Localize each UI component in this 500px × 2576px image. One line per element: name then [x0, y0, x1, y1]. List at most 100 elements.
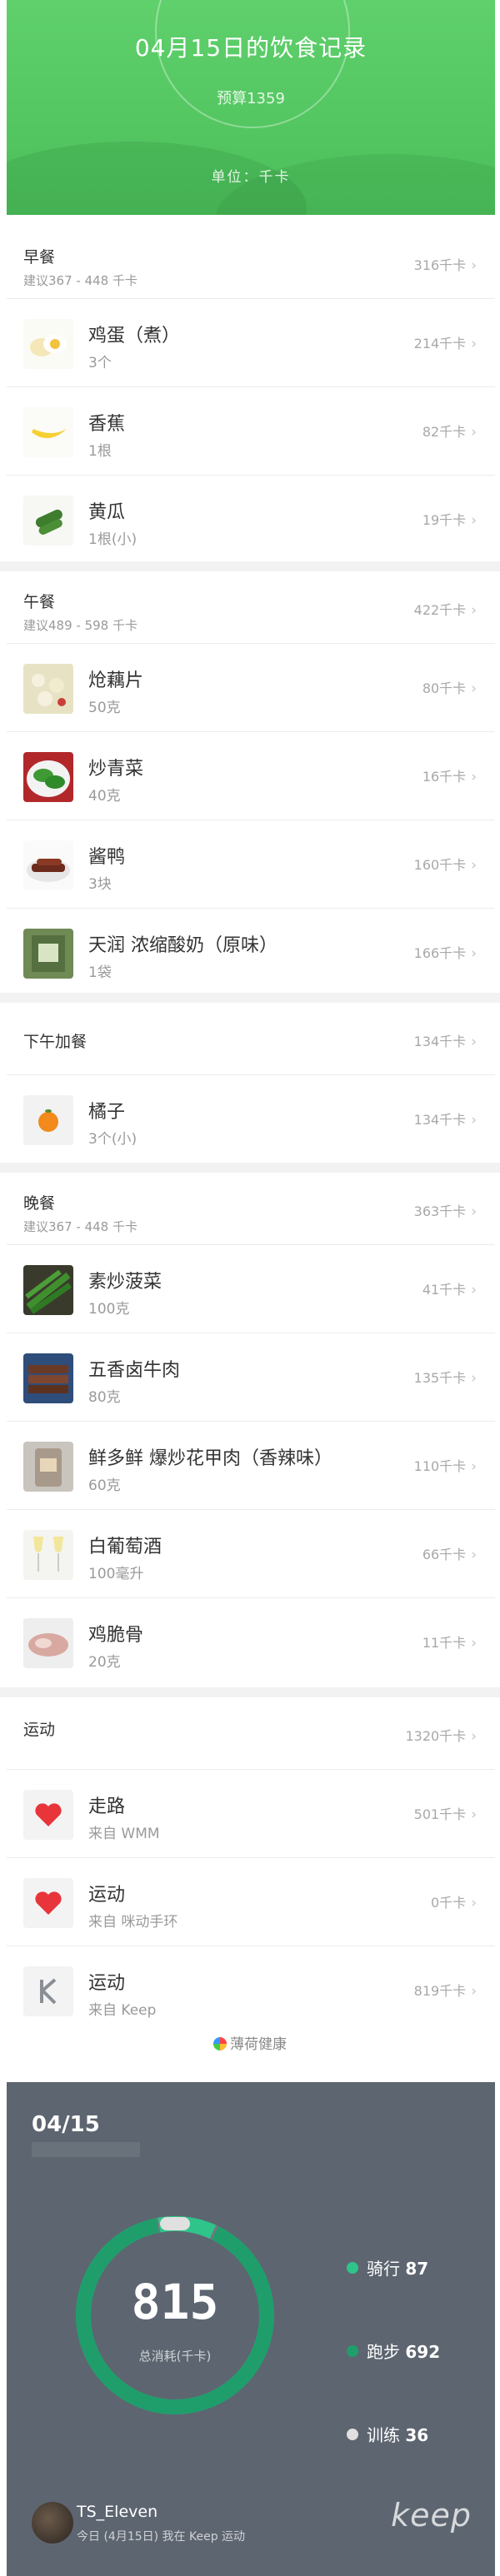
food-cal: 41千卡	[422, 1282, 467, 1298]
egg-icon	[23, 319, 73, 369]
keep-logo: keep	[391, 2497, 472, 2534]
meal-total: 134千卡	[413, 1034, 467, 1049]
chevron-right-icon: ›	[471, 1282, 477, 1298]
meal-section-snack: 下午加餐 134千卡 › 橘子 3个(小) 134千卡 ›	[7, 1003, 495, 1163]
food-item[interactable]: 白葡萄酒 100毫升 66千卡 ›	[7, 1510, 495, 1598]
food-item[interactable]: 五香卤牛肉 80克 135千卡 ›	[7, 1333, 495, 1422]
food-item[interactable]: 鸡脆骨 20克 11千卡 ›	[7, 1598, 495, 1686]
exercise-name: 运动	[88, 1973, 126, 1994]
legend-training: 训练 36	[347, 2422, 428, 2446]
food-item[interactable]: 素炒菠菜 100克 41千卡 ›	[7, 1245, 495, 1333]
legend-label: 训练	[367, 2425, 400, 2445]
yogurt-icon	[23, 929, 73, 979]
food-item[interactable]: 炒青菜 40克 16千卡 ›	[7, 732, 495, 820]
chevron-right-icon: ›	[471, 1547, 477, 1563]
food-item[interactable]: 黄瓜 1根(小) 19千卡 ›	[7, 476, 495, 563]
exercise-title: 运动	[23, 1721, 56, 1739]
section-divider	[0, 1163, 500, 1173]
chevron-right-icon: ›	[471, 1370, 477, 1387]
beef-icon	[23, 1353, 73, 1403]
meal-name: 晚餐	[23, 1194, 56, 1213]
food-item[interactable]: 酱鸭 3块 160千卡 ›	[7, 820, 495, 909]
unit-label: 单位：千卡	[211, 169, 291, 186]
food-name: 素炒菠菜	[88, 1272, 162, 1293]
food-name: 炝藕片	[88, 670, 144, 691]
legend-dot	[347, 2429, 358, 2440]
greens-icon	[23, 752, 73, 802]
exercise-cal: 501千卡	[413, 1806, 467, 1822]
exercise-item[interactable]: 运动 来自 咪动手环 0千卡 ›	[7, 1858, 495, 1946]
food-cal: 82千卡	[422, 424, 467, 440]
header-banner: 04月15日的饮食记录 预算1359 单位：千卡	[7, 0, 495, 215]
meal-total: 316千卡	[413, 257, 467, 273]
exercise-source: 来自 WMM	[88, 1826, 160, 1842]
meal-total: 422千卡	[413, 602, 467, 618]
exercise-item[interactable]: 走路 来自 WMM 501千卡 ›	[7, 1770, 495, 1858]
legend-dot	[347, 2345, 358, 2357]
username: TS_Eleven	[77, 2503, 158, 2521]
avatar[interactable]	[32, 2502, 73, 2544]
meal-name: 午餐	[23, 593, 56, 611]
food-item[interactable]: 天润 浓缩酸奶（原味） 1袋 166千卡 ›	[7, 909, 495, 996]
keep-k-icon	[23, 1966, 73, 2016]
exercise-item[interactable]: 运动 来自 Keep 819千卡 ›	[7, 1946, 495, 2024]
legend-cycling: 骑行 87	[347, 2255, 428, 2280]
chevron-right-icon: ›	[471, 424, 477, 441]
meal-suggestion: 建议367 - 448 千卡	[23, 1219, 138, 1234]
chevron-right-icon: ›	[471, 1112, 477, 1129]
meal-header[interactable]: 下午加餐 134千卡 ›	[7, 1003, 495, 1075]
chevron-right-icon: ›	[471, 1895, 477, 1911]
total-burned: 815	[131, 2274, 219, 2330]
user-subtitle: 今日 (4月15日) 我在 Keep 运动	[77, 2530, 246, 2544]
food-name: 鲜多鲜 爆炒花甲肉（香辣味）	[88, 1448, 332, 1469]
section-divider	[0, 993, 500, 1003]
food-qty: 3个	[88, 355, 112, 371]
meal-header[interactable]: 晚餐 建议367 - 448 千卡 363千卡 ›	[7, 1173, 495, 1245]
food-item[interactable]: 鸡蛋（煮） 3个 214千卡 ›	[7, 299, 495, 387]
budget-label: 预算1359	[217, 90, 285, 107]
food-qty: 1根	[88, 443, 112, 460]
exercise-source: 来自 咪动手环	[88, 1914, 178, 1931]
chevron-right-icon: ›	[471, 1983, 477, 2000]
chevron-right-icon: ›	[471, 1034, 477, 1050]
exercise-name: 走路	[88, 1796, 126, 1817]
chevron-right-icon: ›	[471, 680, 477, 697]
meal-header[interactable]: 早餐 建议367 - 448 千卡 316千卡 ›	[7, 227, 495, 299]
meal-suggestion: 建议489 - 598 千卡	[23, 618, 138, 633]
legend-running: 跑步 692	[347, 2339, 440, 2363]
chevron-right-icon: ›	[471, 1728, 477, 1745]
legend-label: 骑行	[367, 2259, 400, 2279]
brand-logo-icon	[213, 2037, 227, 2050]
food-qty: 100毫升	[88, 1566, 144, 1582]
progress-ring	[155, 0, 350, 128]
meal-suggestion: 建议367 - 448 千卡	[23, 273, 138, 288]
food-item[interactable]: 橘子 3个(小) 134千卡 ›	[7, 1075, 495, 1163]
food-cal: 135千卡	[413, 1370, 467, 1386]
food-qty: 60克	[88, 1477, 121, 1494]
chevron-right-icon: ›	[471, 602, 477, 619]
legend-dot	[347, 2262, 358, 2274]
total-burned-label: 总消耗(千卡)	[138, 2349, 212, 2364]
food-name: 五香卤牛肉	[88, 1360, 181, 1381]
training-arc	[160, 2217, 190, 2230]
orange-icon	[23, 1095, 73, 1145]
food-item[interactable]: 炝藕片 50克 80千卡 ›	[7, 644, 495, 732]
food-name: 天润 浓缩酸奶（原味）	[88, 935, 278, 956]
food-name: 白葡萄酒	[88, 1537, 162, 1557]
chevron-right-icon: ›	[471, 1635, 477, 1652]
food-item[interactable]: 香蕉 1根 82千卡 ›	[7, 387, 495, 476]
section-divider	[0, 561, 500, 571]
food-cal: 134千卡	[413, 1112, 467, 1128]
meal-header[interactable]: 午餐 建议489 - 598 千卡 422千卡 ›	[7, 571, 495, 644]
chevron-right-icon: ›	[471, 769, 477, 785]
food-name: 鸡蛋（煮）	[88, 326, 181, 346]
food-qty: 80克	[88, 1389, 121, 1406]
food-item[interactable]: 鲜多鲜 爆炒花甲肉（香辣味） 60克 110千卡 ›	[7, 1422, 495, 1510]
food-qty: 3块	[88, 876, 112, 893]
brand-footer: 薄荷健康	[0, 2032, 500, 2053]
exercise-header[interactable]: 运动 1320千卡 ›	[7, 1697, 495, 1770]
food-cal: 160千卡	[413, 857, 467, 873]
legend-label: 跑步	[367, 2342, 400, 2362]
food-name: 黄瓜	[88, 502, 126, 523]
legend-value: 87	[405, 2259, 429, 2279]
